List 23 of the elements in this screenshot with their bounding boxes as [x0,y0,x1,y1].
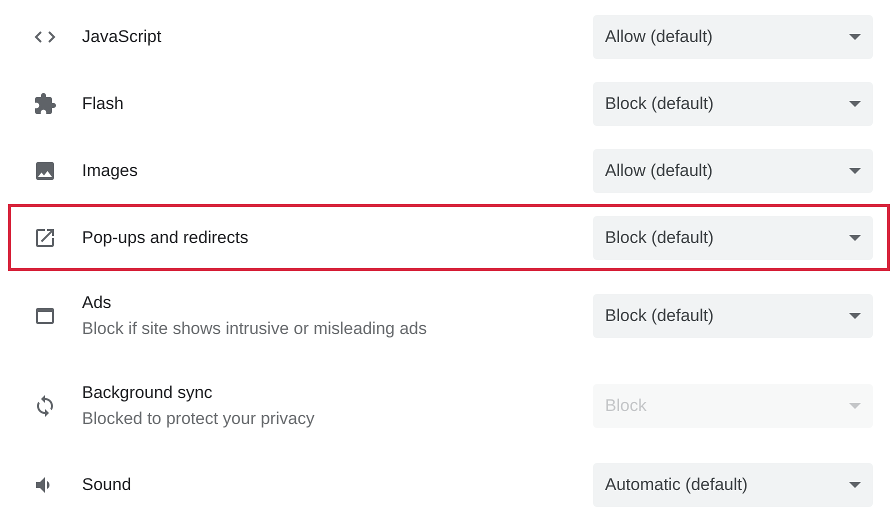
setting-label: Images [82,160,139,180]
permission-dropdown[interactable]: Block (default) [593,294,873,338]
caret-icon [849,34,861,40]
permission-dropdown[interactable]: Allow (default) [593,14,873,58]
permission-dropdown[interactable]: Block (default) [593,216,873,260]
permission-dropdown[interactable]: Automatic (default) [593,462,873,506]
setting-label: Sound [82,474,132,494]
setting-label: JavaScript [82,26,162,46]
setting-label: Pop-ups and redirects [82,228,250,248]
caret-icon [849,482,861,488]
setting-label: Flash [82,94,125,114]
setting-label: Ads [82,293,112,313]
caret-icon [849,403,861,409]
permission-dropdown[interactable]: Allow (default) [593,148,873,192]
puzzle-icon [33,92,57,116]
permission-dropdown[interactable]: Block (default) [593,82,873,126]
setting-description: Block if site shows intrusive or misleading ads [82,319,428,339]
caret-icon [849,100,861,106]
caret-icon [849,168,861,174]
setting-description: Blocked to protect your privacy [82,409,316,429]
caret-icon [849,313,861,319]
caret-icon [849,234,861,240]
setting-label: Background sync [82,383,214,403]
